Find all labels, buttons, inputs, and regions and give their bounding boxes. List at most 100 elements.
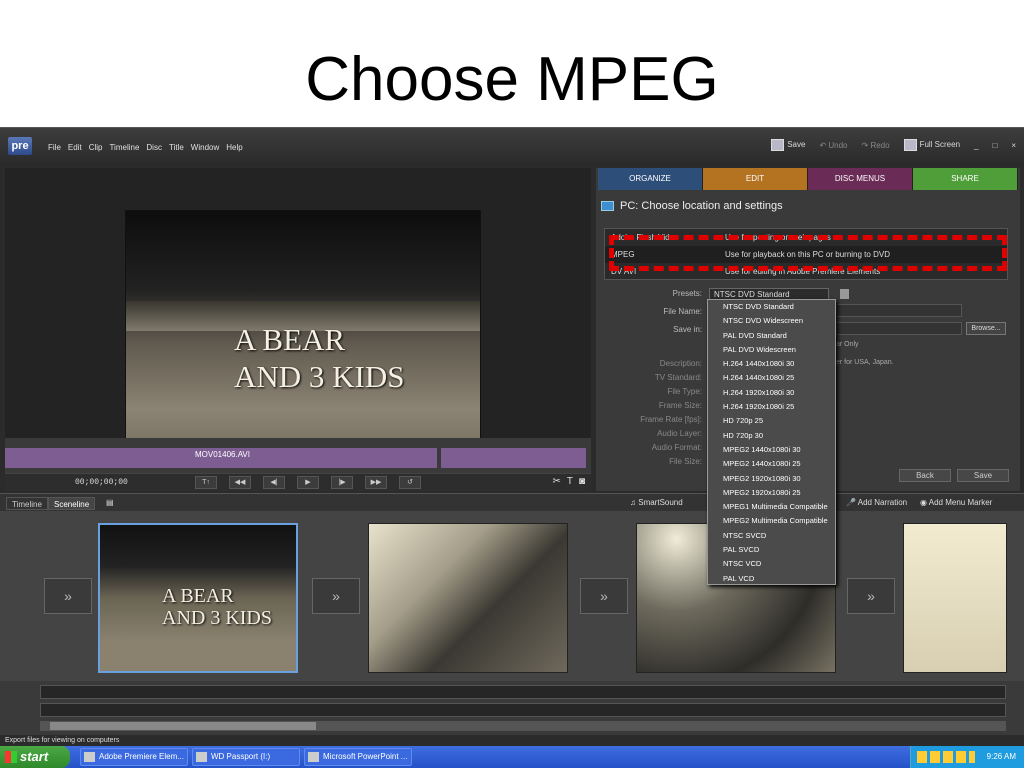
tab-disc-menus[interactable]: DISC MENUS	[808, 168, 913, 190]
step-forward-button[interactable]: |▶	[331, 476, 353, 489]
format-list[interactable]: Adobe Flash Video Use for posting on web…	[604, 228, 1008, 280]
scene-thumb-4[interactable]	[903, 523, 1007, 673]
checkbox-fragment[interactable]: ar Only	[836, 341, 859, 348]
start-button[interactable]: start	[0, 746, 70, 768]
save-button[interactable]: Save	[771, 139, 805, 151]
video-title-line2: AND 3 KIDS	[234, 359, 405, 394]
sceneline: » A BEAR AND 3 KIDS » » »	[0, 511, 1024, 681]
menu-clip[interactable]: Clip	[89, 143, 103, 152]
preset-option[interactable]: PAL DVD Standard	[708, 329, 835, 343]
transition-arrow-icon[interactable]: »	[312, 578, 360, 614]
scene-thumb-title: A BEAR AND 3 KIDS	[162, 585, 272, 629]
menu-file[interactable]: File	[48, 143, 61, 152]
clip-name: MOV01406.AVI	[195, 450, 250, 459]
presets-dropdown[interactable]: NTSC DVD Standard NTSC DVD Widescreen PA…	[707, 299, 836, 585]
preset-option[interactable]: MPEG2 1440x1080i 25	[708, 457, 835, 471]
full-screen-button[interactable]: Full Screen	[903, 139, 961, 151]
scissors-icon[interactable]: ✂	[552, 476, 560, 487]
preset-option[interactable]: H.264 1920x1080i 25	[708, 400, 835, 414]
trim-button[interactable]: T↑	[195, 476, 217, 489]
preset-option[interactable]: MPEG2 1920x1080i 25	[708, 486, 835, 500]
slide-title: Choose MPEG	[305, 45, 719, 114]
camera-icon[interactable]: ◙	[579, 476, 585, 487]
preset-option[interactable]: HD 720p 30	[708, 429, 835, 443]
preset-option[interactable]: MPEG2 Multimedia Compatible	[708, 514, 835, 528]
text-tool-icon[interactable]: T	[567, 476, 573, 487]
back-button[interactable]: Back	[899, 469, 951, 482]
play-button[interactable]: ▶	[297, 476, 319, 489]
properties-icon[interactable]: ▤	[106, 498, 114, 507]
close-button[interactable]: ×	[1011, 141, 1016, 150]
preset-option[interactable]: NTSC VCD	[708, 557, 835, 571]
preset-option[interactable]: PAL VCD	[708, 572, 835, 586]
clip-bar[interactable]: MOV01406.AVI	[5, 448, 437, 468]
menu-help[interactable]: Help	[226, 143, 242, 152]
share-save-button[interactable]: Save	[957, 469, 1009, 482]
audio-format-label: Audio Format:	[651, 443, 702, 452]
soundtrack-track[interactable]	[40, 703, 1006, 717]
minimize-button[interactable]: _	[974, 141, 978, 150]
sceneline-tab[interactable]: Sceneline	[48, 497, 96, 510]
step-back-button[interactable]: ◀|	[263, 476, 285, 489]
tab-organize[interactable]: ORGANIZE	[598, 168, 703, 190]
preset-option[interactable]: NTSC SVCD	[708, 529, 835, 543]
powerpoint-icon	[308, 752, 319, 762]
taskbar-app-label: WD Passport (I:)	[211, 752, 271, 761]
preset-option[interactable]: PAL DVD Widescreen	[708, 343, 835, 357]
tab-edit[interactable]: EDIT	[703, 168, 808, 190]
preset-option[interactable]: HD 720p 25	[708, 414, 835, 428]
transition-arrow-icon[interactable]: »	[847, 578, 895, 614]
full-screen-label: Full Screen	[919, 140, 961, 150]
preset-option[interactable]: MPEG2 1440x1080i 30	[708, 443, 835, 457]
taskbar-premiere[interactable]: Adobe Premiere Elem...	[80, 748, 188, 766]
transition-arrow-icon[interactable]: »	[44, 578, 92, 614]
add-menu-marker-button[interactable]: ◉ Add Menu Marker	[920, 498, 992, 507]
maximize-button[interactable]: □	[992, 141, 997, 150]
undo-button[interactable]: ↶ Undo	[819, 141, 847, 150]
menu-title[interactable]: Title	[169, 143, 184, 152]
scene-thumb-1[interactable]: A BEAR AND 3 KIDS	[98, 523, 298, 673]
preset-option[interactable]: H.264 1920x1080i 30	[708, 386, 835, 400]
browse-button[interactable]: Browse...	[966, 322, 1006, 335]
transport-controls: 00;00;00;00 T↑ ◀◀ ◀| ▶ |▶ ▶▶ ↺ ✂ T ◙	[5, 473, 591, 491]
share-heading: PC: Choose location and settings	[601, 200, 783, 212]
preset-option[interactable]: MPEG1 Multimedia Compatible	[708, 500, 835, 514]
menu-timeline[interactable]: Timeline	[109, 143, 139, 152]
smartsound-button[interactable]: ♫ SmartSound	[630, 498, 683, 507]
menu-edit[interactable]: Edit	[68, 143, 82, 152]
fast-forward-button[interactable]: ▶▶	[365, 476, 387, 489]
timeline-tab[interactable]: Timeline	[6, 497, 48, 510]
add-narration-button[interactable]: 🎤 Add Narration	[846, 498, 907, 507]
trash-icon[interactable]	[840, 289, 849, 299]
preset-option[interactable]: NTSC DVD Widescreen	[708, 314, 835, 328]
menu-window[interactable]: Window	[191, 143, 219, 152]
preset-option[interactable]: PAL SVCD	[708, 543, 835, 557]
tab-share[interactable]: SHARE	[913, 168, 1018, 190]
loop-button[interactable]: ↺	[399, 476, 421, 489]
narration-track[interactable]	[40, 685, 1006, 699]
preset-option[interactable]: NTSC DVD Standard	[708, 300, 835, 314]
file-name-input[interactable]	[836, 304, 962, 317]
menu-disc[interactable]: Disc	[146, 143, 162, 152]
taskbar-wd-passport[interactable]: WD Passport (I:)	[192, 748, 300, 766]
scrollbar-thumb[interactable]	[50, 722, 316, 730]
redo-button[interactable]: ↷ Redo	[862, 141, 890, 150]
tray-icons[interactable]	[917, 751, 975, 763]
preset-option[interactable]: H.264 1440x1080i 30	[708, 357, 835, 371]
smartsound-label: SmartSound	[638, 498, 683, 507]
horizontal-scrollbar[interactable]	[40, 721, 1006, 731]
scene-thumb-2[interactable]	[368, 523, 568, 673]
save-label: Save	[787, 140, 806, 150]
share-heading-text: PC: Choose location and settings	[620, 200, 783, 212]
preset-option[interactable]: MPEG2 1920x1080i 30	[708, 472, 835, 486]
transport-buttons: T↑ ◀◀ ◀| ▶ |▶ ▶▶ ↺	[195, 476, 421, 489]
save-in-input[interactable]	[836, 322, 962, 335]
clip-bar-2[interactable]	[441, 448, 586, 468]
taskbar-powerpoint[interactable]: Microsoft PowerPoint ...	[304, 748, 412, 766]
transition-arrow-icon[interactable]: »	[580, 578, 628, 614]
rewind-button[interactable]: ◀◀	[229, 476, 251, 489]
add-menu-marker-label: Add Menu Marker	[928, 498, 993, 507]
mpeg-highlight-box	[609, 235, 1007, 271]
premiere-logo: pre	[8, 137, 32, 155]
preset-option[interactable]: H.264 1440x1080i 25	[708, 371, 835, 385]
